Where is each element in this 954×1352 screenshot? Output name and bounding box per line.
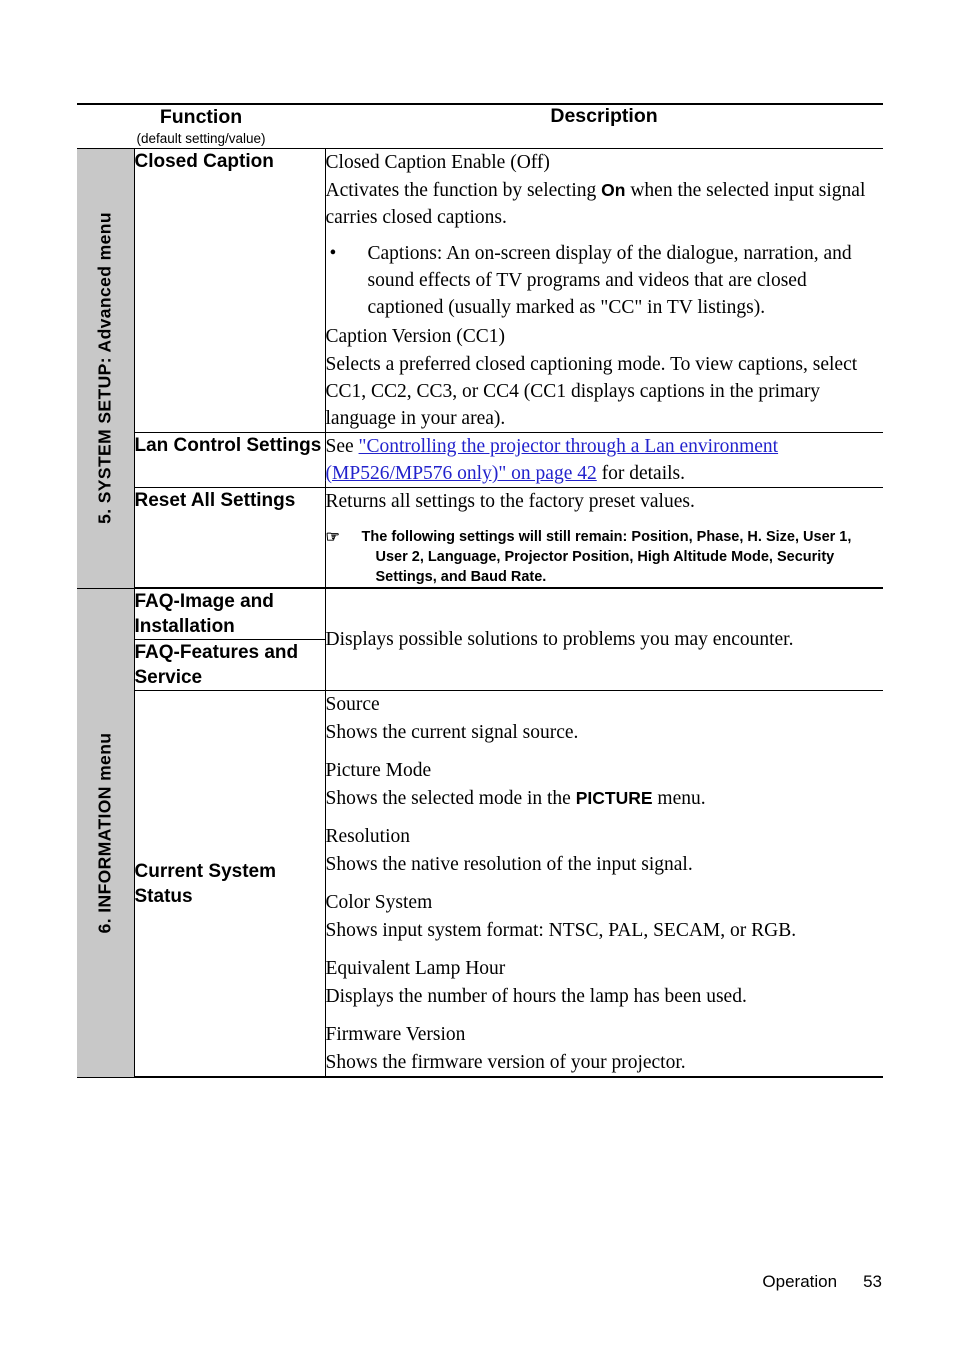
pointing-hand-icon: ☞ xyxy=(325,529,340,546)
function-name-closed-caption: Closed Caption xyxy=(134,148,326,433)
subheading-color-system: Color System xyxy=(325,892,433,913)
ui-value-picture: PICTURE xyxy=(575,788,653,808)
paragraph-picture-mode: Shows the selected mode in the PICTURE m… xyxy=(326,785,884,812)
subheading-equivalent-lamp-hour: Equivalent Lamp Hour xyxy=(325,958,506,979)
note-text: The following settings will still remain… xyxy=(361,529,852,585)
function-name-faq-features-and-service: FAQ-Features and Service xyxy=(134,639,326,691)
settings-table: Function (default setting/value) Descrip… xyxy=(77,103,884,1078)
paragraph-closed-caption-enable: Activates the function by selecting On w… xyxy=(326,177,884,231)
description-lan-control-settings: See "Controlling the projector through a… xyxy=(325,432,884,488)
subheading-caption-version: Caption Version (CC1) xyxy=(325,326,505,347)
bullet-icon: • xyxy=(329,243,337,264)
table-row: 5. SYSTEM SETUP: Advanced menu Closed Ca… xyxy=(77,148,884,589)
description-closed-caption: Closed Caption Enable (Off) Activates th… xyxy=(325,148,884,433)
paragraph-source: Shows the current signal source. xyxy=(325,722,579,743)
footer-page-number: 53 xyxy=(863,1272,882,1291)
header-function-title: Function xyxy=(159,106,243,128)
page-footer: Operation 53 xyxy=(762,1272,882,1292)
text-pre: Shows the selected mode in the xyxy=(325,788,576,809)
paragraph-equivalent-lamp-hour: Displays the number of hours the lamp ha… xyxy=(325,986,747,1007)
paragraph-lan-control: See "Controlling the projector through a… xyxy=(326,433,884,487)
list-item: • Captions: An on-screen display of the d… xyxy=(326,240,884,321)
header-description-title: Description xyxy=(325,103,884,149)
paragraph-color-system: Shows input system format: NTSC, PAL, SE… xyxy=(325,920,797,941)
section-band-label: 5. SYSTEM SETUP: Advanced menu xyxy=(94,212,115,525)
paragraph-firmware-version: Shows the firmware version of your proje… xyxy=(325,1052,686,1073)
bullet-list-captions: • Captions: An on-screen display of the d… xyxy=(326,240,884,321)
text-post: menu. xyxy=(652,788,706,809)
function-name-current-system-status: Current System Status xyxy=(134,690,326,1078)
table-row: 6. INFORMATION menu FAQ-Image and Instal… xyxy=(77,588,884,1078)
description-reset-all-settings: Returns all settings to the factory pres… xyxy=(325,487,884,589)
section-band-information-menu: 6. INFORMATION menu xyxy=(77,588,135,1078)
paragraph-resolution: Shows the native resolution of the input… xyxy=(325,854,693,875)
paragraph-reset-all: Returns all settings to the factory pres… xyxy=(325,491,695,512)
description-current-system-status: Source Shows the current signal source. … xyxy=(325,690,884,1078)
table-header-row: Function (default setting/value) Descrip… xyxy=(77,103,884,149)
function-name-reset-all-settings: Reset All Settings xyxy=(134,487,326,589)
header-function-cell: Function (default setting/value) xyxy=(77,103,326,149)
subheading-resolution: Resolution xyxy=(325,826,411,847)
bullet-text: Captions: An on-screen display of the di… xyxy=(367,243,852,318)
section-band-label: 6. INFORMATION menu xyxy=(94,732,115,933)
text-post: for details. xyxy=(596,463,685,484)
footer-chapter: Operation xyxy=(762,1272,838,1291)
cross-reference-link[interactable]: "Controlling the projector through a Lan… xyxy=(326,436,779,484)
function-name-faq-image-and-installation: FAQ-Image and Installation xyxy=(134,588,326,640)
function-name-lan-control-settings: Lan Control Settings xyxy=(134,432,326,488)
description-faq-shared: Displays possible solutions to problems … xyxy=(325,588,884,691)
table-row: Lan Control Settings See "Controlling th… xyxy=(77,432,884,488)
document-page: Function (default setting/value) Descrip… xyxy=(0,0,954,1352)
subheading-firmware-version: Firmware Version xyxy=(325,1024,466,1045)
paragraph-caption-version: Selects a preferred closed captioning mo… xyxy=(325,354,858,429)
header-function-subtitle: (default setting/value) xyxy=(136,131,266,146)
text-pre: See xyxy=(325,436,359,457)
subheading-source: Source xyxy=(325,694,380,715)
text-pre: Activates the function by selecting xyxy=(325,180,602,201)
note-reset-all: ☞ The following settings will still rema… xyxy=(326,527,884,587)
table-row: Current System Status Source Shows the c… xyxy=(77,690,884,1078)
section-band-system-setup-advanced: 5. SYSTEM SETUP: Advanced menu xyxy=(77,148,135,589)
ui-value-on: On xyxy=(601,180,626,200)
subheading-picture-mode: Picture Mode xyxy=(325,760,432,781)
subheading-closed-caption-enable: Closed Caption Enable (Off) xyxy=(325,152,550,173)
table-row: Reset All Settings Returns all settings … xyxy=(77,487,884,589)
